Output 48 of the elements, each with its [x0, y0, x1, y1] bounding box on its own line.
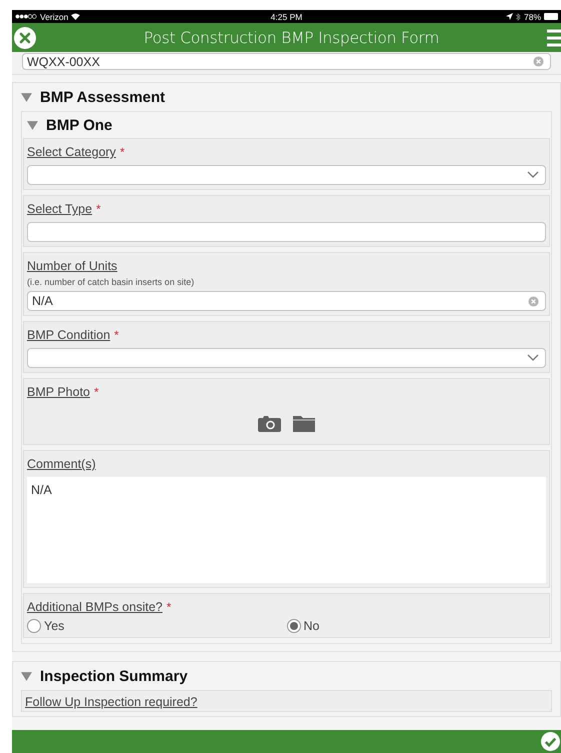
field-label: Additional BMPs onsite? — [27, 599, 162, 616]
required-mark: * — [114, 327, 119, 344]
field-hint: (i.e. number of catch basin inserts on site) — [27, 277, 196, 287]
dropdown[interactable] — [27, 165, 546, 185]
option-label[interactable]: No — [304, 619, 320, 633]
section-title[interactable]: BMP One — [46, 116, 112, 134]
required-mark: * — [94, 384, 99, 401]
bluetooth-icon — [516, 12, 521, 20]
signal-icon — [15, 14, 37, 19]
wifi-icon — [71, 13, 80, 20]
camera-icon[interactable] — [258, 415, 281, 432]
battery-icon — [544, 13, 558, 20]
close-icon[interactable] — [14, 26, 36, 48]
folder-icon[interactable] — [293, 415, 315, 432]
expanded-triangle-icon[interactable] — [21, 670, 32, 682]
field-label: Number of Units — [27, 258, 118, 275]
expanded-triangle-icon[interactable] — [27, 120, 38, 130]
field-label: BMP Photo — [27, 384, 90, 401]
form-title: Post Construction BMP Inspection Form — [142, 28, 440, 46]
option-label[interactable]: Yes — [44, 619, 64, 633]
text-field[interactable]: WQXX-00XX — [22, 53, 551, 70]
expanded-triangle-icon[interactable] — [21, 92, 32, 102]
text-field[interactable] — [27, 222, 546, 242]
text-field[interactable]: N/A — [27, 291, 546, 311]
section-title[interactable]: BMP Assessment — [40, 88, 166, 106]
comment-box[interactable]: N/A — [27, 477, 546, 583]
menu-icon[interactable] — [547, 28, 561, 46]
clear-icon[interactable] — [528, 296, 539, 306]
required-mark: * — [120, 144, 125, 161]
section-title[interactable]: Inspection Summary — [40, 668, 188, 684]
chevron-icon — [527, 354, 539, 362]
location-arrow-icon — [506, 13, 513, 20]
field-label: Comment(s) — [27, 456, 96, 473]
radio-button[interactable] — [286, 619, 300, 633]
check-icon[interactable] — [541, 732, 560, 751]
field-label: Follow Up Inspection required? — [25, 694, 198, 711]
clear-icon[interactable] — [533, 56, 544, 67]
chevron-icon — [527, 171, 539, 179]
radio-button[interactable] — [27, 619, 41, 633]
carrier-name: Verizon — [40, 12, 68, 22]
field-label: Select Category — [27, 144, 116, 161]
field-label: Select Type — [27, 201, 92, 218]
dropdown[interactable] — [27, 348, 546, 368]
required-mark: * — [166, 599, 172, 616]
status-time: 4:25 PM — [270, 12, 302, 22]
field-label: BMP Condition — [27, 327, 110, 344]
battery-percent: 78% — [524, 12, 541, 22]
required-mark: * — [96, 201, 101, 218]
